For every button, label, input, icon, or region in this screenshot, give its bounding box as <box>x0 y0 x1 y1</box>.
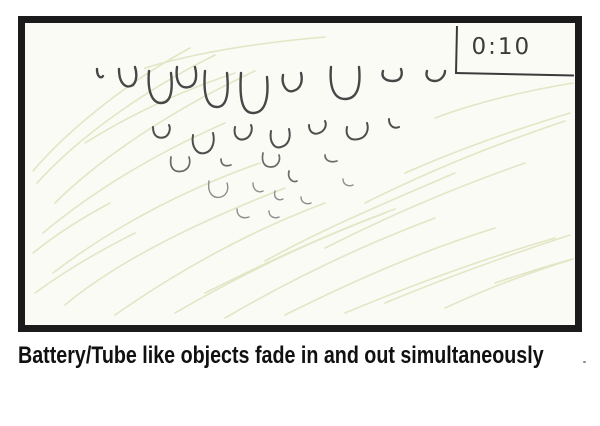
storyboard-frame: 0:10 <box>18 16 582 332</box>
scan-speck <box>583 361 586 363</box>
background-hatching <box>32 36 574 319</box>
battery-tube-objects-row-1 <box>95 65 447 115</box>
timecode-box: 0:10 <box>454 26 575 77</box>
storyboard-page: 0:10 Battery/Tube like objects fade in a… <box>0 0 600 426</box>
battery-tube-objects-row-4 <box>207 178 354 219</box>
battery-tube-objects-row-2 <box>152 118 400 155</box>
timecode-label: 0:10 <box>471 33 532 61</box>
battery-tube-objects-row-3 <box>169 152 338 183</box>
storyboard-caption: Battery/Tube like objects fade in and ou… <box>18 342 544 369</box>
